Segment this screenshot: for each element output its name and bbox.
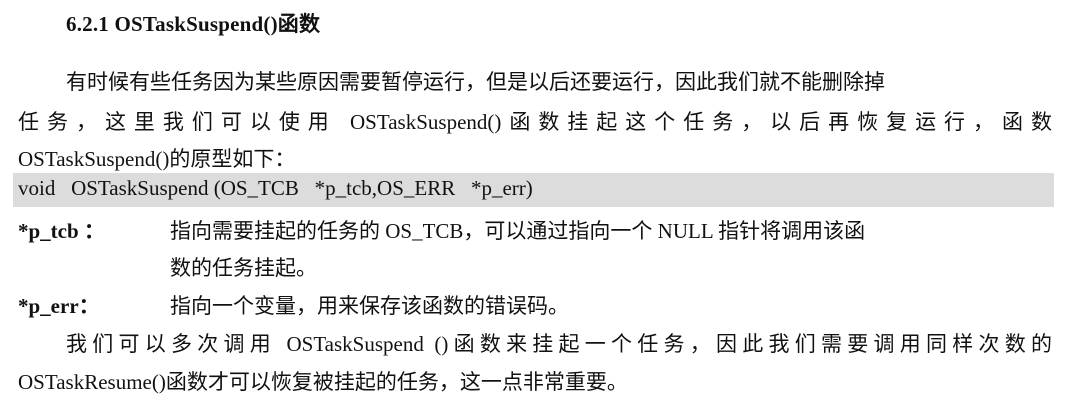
param-desc-p-tcb-line-2: 数的任务挂起。 [170, 256, 317, 280]
section-heading: 6.2.1 OSTaskSuspend()函数 [66, 12, 321, 36]
intro-line-3: OSTaskSuspend()的原型如下： [18, 147, 296, 171]
param-desc-p-err: 指向一个变量，用来保存该函数的错误码。 [170, 294, 569, 318]
intro-line-2: 任务，这里我们可以使用 OSTaskSuspend()函数挂起这个任务，以后再恢… [18, 110, 1052, 134]
document-page: 6.2.1 OSTaskSuspend()函数 有时候有些任务因为某些原因需要暂… [0, 0, 1072, 416]
intro-line-1: 有时候有些任务因为某些原因需要暂停运行，但是以后还要运行，因此我们就不能删除掉 [66, 70, 885, 94]
function-prototype: void OSTaskSuspend (OS_TCB *p_tcb,OS_ERR… [18, 176, 533, 200]
param-name-p-tcb: *p_tcb ： [18, 219, 105, 243]
param-name-p-err: *p_err： [18, 294, 100, 318]
param-desc-p-tcb-line-1: 指向需要挂起的任务的 OS_TCB，可以通过指向一个 NULL 指针将调用该函 [170, 219, 866, 243]
closing-line-2: OSTaskResume()函数才可以恢复被挂起的任务，这一点非常重要。 [18, 370, 628, 394]
closing-line-1: 我们可以多次调用 OSTaskSuspend ()函数来挂起一个任务，因此我们需… [66, 332, 1052, 356]
